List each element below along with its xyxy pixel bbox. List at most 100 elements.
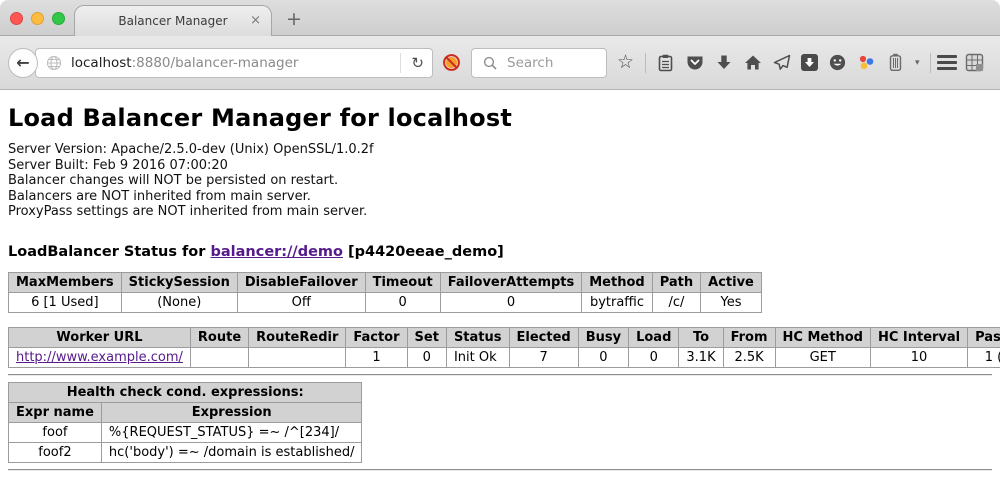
balancer-settings-table: MaxMembers StickySession DisableFailover… bbox=[8, 272, 762, 313]
health-title-row: Health check cond. expressions: bbox=[9, 382, 362, 402]
home-icon[interactable] bbox=[743, 53, 762, 72]
cell-expression-foof: %{REQUEST_STATUS} =~ /^[234]/ bbox=[101, 422, 362, 442]
cell-elected: 7 bbox=[509, 347, 578, 367]
col-passes: Passes bbox=[968, 327, 1000, 347]
cell-worker-url: http://www.example.com/ bbox=[9, 347, 191, 367]
toolbar-icons: ☆ bbox=[616, 53, 931, 73]
clipboard-icon[interactable] bbox=[656, 53, 675, 72]
balancer-demo-link[interactable]: balancer://demo bbox=[210, 244, 343, 260]
worker-header-row: Worker URL Route RouteRedir Factor Set S… bbox=[9, 327, 1000, 347]
cell-stickysession: (None) bbox=[121, 292, 237, 312]
persist-note-line: Balancer changes will NOT be persisted o… bbox=[8, 173, 992, 189]
search-bar[interactable] bbox=[471, 48, 607, 78]
page-title: Load Balancer Manager for localhost bbox=[8, 104, 992, 132]
status-prefix: LoadBalancer Status for bbox=[8, 244, 205, 260]
browser-window: Balancer Manager × + ← localhost:8880/ba… bbox=[0, 0, 1000, 491]
cell-expr-name-foof2: foof2 bbox=[9, 442, 102, 462]
tab-title: Balancer Manager bbox=[118, 14, 227, 28]
balancer-data-row: 6 [1 Used] (None) Off 0 0 bytraffic /c/ … bbox=[9, 292, 762, 312]
cell-routeredir bbox=[249, 347, 346, 367]
search-input[interactable] bbox=[505, 54, 595, 72]
tab-groups-grid-icon[interactable] bbox=[965, 53, 984, 72]
col-set: Set bbox=[407, 327, 446, 347]
smiley-icon[interactable] bbox=[828, 53, 847, 72]
col-disablefailover: DisableFailover bbox=[237, 272, 365, 292]
address-text[interactable]: localhost:8880/balancer-manager bbox=[71, 55, 394, 71]
toolbar-divider-2 bbox=[930, 53, 931, 73]
worker-url-link[interactable]: http://www.example.com/ bbox=[16, 350, 183, 365]
send-plane-icon[interactable] bbox=[772, 53, 791, 72]
cell-expr-name-foof: foof bbox=[9, 422, 102, 442]
col-stickysession: StickySession bbox=[121, 272, 237, 292]
cell-expression-foof2: hc('body') =~ /domain is established/ bbox=[101, 442, 362, 462]
cell-from: 2.5K bbox=[723, 347, 775, 367]
globe-icon bbox=[44, 53, 63, 72]
cell-passes: 1 (0) bbox=[968, 347, 1000, 367]
zoom-window-button[interactable] bbox=[52, 12, 65, 25]
reload-button[interactable]: ↻ bbox=[407, 54, 428, 72]
health-check-table: Health check cond. expressions: Expr nam… bbox=[8, 382, 362, 463]
worker-data-row: http://www.example.com/ 1 0 Init Ok 7 0 … bbox=[9, 347, 1000, 367]
health-table-title: Health check cond. expressions: bbox=[9, 382, 362, 402]
col-from: From bbox=[723, 327, 775, 347]
col-to: To bbox=[679, 327, 723, 347]
loadbalancer-status-heading: LoadBalancer Status for balancer://demo[… bbox=[8, 244, 992, 260]
col-routeredir: RouteRedir bbox=[249, 327, 346, 347]
col-method: Method bbox=[582, 272, 652, 292]
balancer-header-row: MaxMembers StickySession DisableFailover… bbox=[9, 272, 762, 292]
col-factor: Factor bbox=[346, 327, 407, 347]
blocked-plugin-icon[interactable] bbox=[442, 53, 461, 72]
url-host: localhost bbox=[71, 55, 132, 71]
cell-path: /c/ bbox=[652, 292, 700, 312]
section-divider bbox=[8, 374, 992, 376]
back-button[interactable]: ← bbox=[8, 48, 38, 78]
urlbar-divider bbox=[400, 53, 401, 73]
page-content: Load Balancer Manager for localhost Serv… bbox=[0, 90, 1000, 491]
server-version-line: Server Version: Apache/2.5.0-dev (Unix) … bbox=[8, 142, 992, 158]
toolbar-divider bbox=[645, 53, 646, 73]
url-bar[interactable]: localhost:8880/balancer-manager ↻ bbox=[35, 48, 433, 78]
bookmark-star-icon[interactable]: ☆ bbox=[616, 53, 635, 72]
col-timeout: Timeout bbox=[365, 272, 440, 292]
proxypass-note-line: ProxyPass settings are NOT inherited fro… bbox=[8, 204, 992, 220]
tab-balancer-manager[interactable]: Balancer Manager × bbox=[74, 5, 272, 36]
col-expression: Expression bbox=[101, 402, 362, 422]
cell-maxmembers: 6 [1 Used] bbox=[9, 292, 122, 312]
pocket-icon[interactable] bbox=[685, 53, 704, 72]
cell-factor: 1 bbox=[346, 347, 407, 367]
col-elected: Elected bbox=[509, 327, 578, 347]
search-icon bbox=[480, 53, 499, 72]
col-load: Load bbox=[629, 327, 679, 347]
menu-hamburger-icon[interactable] bbox=[937, 55, 957, 70]
window-controls bbox=[10, 12, 65, 25]
col-expr-name: Expr name bbox=[9, 402, 102, 422]
downloads-icon[interactable] bbox=[714, 53, 733, 72]
minimize-window-button[interactable] bbox=[31, 12, 44, 25]
container-battery-icon[interactable] bbox=[886, 53, 905, 72]
cell-to: 3.1K bbox=[679, 347, 723, 367]
col-path: Path bbox=[652, 272, 700, 292]
bottom-divider bbox=[8, 469, 992, 471]
col-failoverattempts: FailoverAttempts bbox=[440, 272, 582, 292]
cell-method: bytraffic bbox=[582, 292, 652, 312]
health-header-row: Expr name Expression bbox=[9, 402, 362, 422]
worker-status-table: Worker URL Route RouteRedir Factor Set S… bbox=[8, 327, 1000, 368]
extension-download-icon[interactable] bbox=[801, 54, 818, 71]
chevron-down-icon[interactable]: ▾ bbox=[915, 58, 920, 68]
new-tab-button[interactable]: + bbox=[286, 8, 302, 30]
navigation-toolbar: ← localhost:8880/balancer-manager ↻ ☆ bbox=[0, 36, 1000, 90]
server-built-line: Server Built: Feb 9 2016 07:00:20 bbox=[8, 158, 992, 174]
url-path: :8880/balancer-manager bbox=[132, 55, 299, 71]
col-worker-url: Worker URL bbox=[9, 327, 191, 347]
cell-failoverattempts: 0 bbox=[440, 292, 582, 312]
cell-busy: 0 bbox=[578, 347, 628, 367]
inherit-note-line: Balancers are NOT inherited from main se… bbox=[8, 189, 992, 205]
col-hc-interval: HC Interval bbox=[870, 327, 967, 347]
cell-load: 0 bbox=[629, 347, 679, 367]
tab-close-icon[interactable]: × bbox=[250, 13, 261, 29]
health-row-foof2: foof2 hc('body') =~ /domain is establish… bbox=[9, 442, 362, 462]
colored-dots-extension-icon[interactable] bbox=[857, 53, 876, 72]
cell-disablefailover: Off bbox=[237, 292, 365, 312]
close-window-button[interactable] bbox=[10, 12, 23, 25]
col-route: Route bbox=[190, 327, 248, 347]
